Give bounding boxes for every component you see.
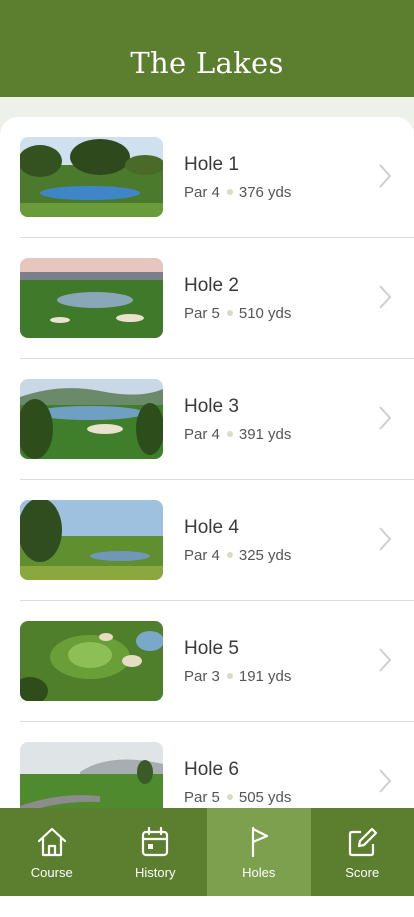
hole-distance: 510 yds xyxy=(239,305,292,322)
tab-course[interactable]: Course xyxy=(0,808,104,896)
hole-4-photo xyxy=(20,500,163,580)
hole-row-4[interactable]: Hole 4 Par 4 325 yds xyxy=(0,480,414,601)
hole-meta: Par 3 191 yds xyxy=(184,668,291,685)
hole-name: Hole 3 xyxy=(184,396,239,418)
hole-par: Par 4 xyxy=(184,547,220,564)
hole-par: Par 4 xyxy=(184,184,220,201)
hole-distance: 391 yds xyxy=(239,426,292,443)
calendar-icon xyxy=(138,825,172,859)
app-header: The Lakes xyxy=(0,0,414,97)
tab-label: Holes xyxy=(207,865,311,880)
tab-label: Score xyxy=(311,865,414,880)
separator-dot xyxy=(227,794,233,800)
hole-row-2[interactable]: Hole 2 Par 5 510 yds xyxy=(0,238,414,359)
hole-5-photo xyxy=(20,621,163,701)
hole-name: Hole 4 xyxy=(184,517,239,539)
hole-par: Par 5 xyxy=(184,789,220,806)
hole-meta: Par 5 505 yds xyxy=(184,789,291,806)
tab-history[interactable]: History xyxy=(104,808,208,896)
chevron-right-icon xyxy=(378,405,392,431)
chevron-right-icon xyxy=(378,647,392,673)
chevron-right-icon xyxy=(378,284,392,310)
hole-3-photo xyxy=(20,379,163,459)
home-icon xyxy=(35,825,69,859)
holes-list[interactable]: Hole 1 Par 4 376 yds Hole 2 Par 5 510 yds xyxy=(0,117,414,917)
separator-dot xyxy=(227,310,233,316)
separator-dot xyxy=(227,552,233,558)
hole-distance: 376 yds xyxy=(239,184,292,201)
page-title: The Lakes xyxy=(0,46,414,80)
chevron-right-icon xyxy=(378,768,392,794)
tab-label: History xyxy=(104,865,208,880)
bottom-tab-bar: Course History Holes Score xyxy=(0,808,414,896)
separator-dot xyxy=(227,431,233,437)
tab-holes[interactable]: Holes xyxy=(207,808,311,896)
separator-dot xyxy=(227,189,233,195)
tab-score[interactable]: Score xyxy=(311,808,414,896)
separator-dot xyxy=(227,673,233,679)
hole-row-5[interactable]: Hole 5 Par 3 191 yds xyxy=(0,601,414,722)
chevron-right-icon xyxy=(378,526,392,552)
hole-name: Hole 1 xyxy=(184,154,239,176)
hole-name: Hole 2 xyxy=(184,275,239,297)
hole-meta: Par 4 376 yds xyxy=(184,184,291,201)
hole-distance: 325 yds xyxy=(239,547,292,564)
hole-name: Hole 5 xyxy=(184,638,239,660)
hole-par: Par 4 xyxy=(184,426,220,443)
tab-label: Course xyxy=(0,865,104,880)
hole-distance: 505 yds xyxy=(239,789,292,806)
hole-distance: 191 yds xyxy=(239,668,292,685)
hole-par: Par 5 xyxy=(184,305,220,322)
flag-icon xyxy=(242,825,276,859)
hole-1-photo xyxy=(20,137,163,217)
hole-par: Par 3 xyxy=(184,668,220,685)
hole-meta: Par 4 391 yds xyxy=(184,426,291,443)
hole-name: Hole 6 xyxy=(184,759,239,781)
hole-row-3[interactable]: Hole 3 Par 4 391 yds xyxy=(0,359,414,480)
hole-row-1[interactable]: Hole 1 Par 4 376 yds xyxy=(0,117,414,238)
chevron-right-icon xyxy=(378,163,392,189)
edit-icon xyxy=(345,825,379,859)
hole-meta: Par 4 325 yds xyxy=(184,547,291,564)
hole-meta: Par 5 510 yds xyxy=(184,305,291,322)
hole-2-photo xyxy=(20,258,163,338)
